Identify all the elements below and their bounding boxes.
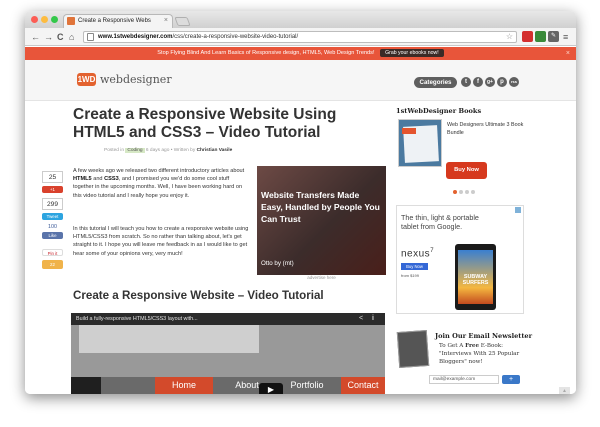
carousel-dot[interactable]	[465, 190, 469, 194]
google-nexus-ad[interactable]: The thin, light & portable tablet from G…	[396, 205, 524, 314]
video-share-icon[interactable]: <	[359, 313, 363, 325]
newsletter-description: To Get A Free E-Book: "Interviews With 2…	[439, 343, 520, 365]
sponsor-ad[interactable]: Website Transfers Made Easy, Handled by …	[257, 166, 386, 275]
adchoices-icon[interactable]	[515, 207, 521, 213]
buy-now-button[interactable]: Buy Now	[446, 162, 487, 179]
googleplus-icon[interactable]: g+	[485, 77, 495, 87]
menu-icon[interactable]: ≡	[563, 31, 568, 43]
url-path: /css/create-a-responsive-website-video-t…	[172, 34, 299, 40]
promo-text: Stop Flying Blind And Learn Basics of Re…	[157, 50, 375, 56]
newsletter-submit-button[interactable]: +	[502, 375, 520, 384]
ad-text: Website Transfers Made Easy, Handled by …	[261, 190, 380, 224]
newsletter-heading: Join Our Email Newsletter	[435, 332, 533, 340]
share-bar: 25 +1 299 Tweet 100 Like Pin it 22	[42, 171, 63, 269]
logo-mark: 1WD	[77, 73, 96, 86]
carousel-dot[interactable]	[459, 190, 463, 194]
home-icon[interactable]: ⌂	[69, 31, 74, 43]
site-header: 1WD webdesigner Categories t f g+ p rss	[25, 60, 576, 101]
categories-button[interactable]: Categories	[414, 77, 457, 88]
extension-red-icon[interactable]	[522, 31, 533, 42]
newsletter-email-input[interactable]: mail@example.com	[429, 375, 499, 384]
promo-button[interactable]: Grab your ebooks now!	[380, 49, 444, 57]
play-icon[interactable]: ▶	[259, 383, 283, 394]
facebook-icon[interactable]: f	[473, 77, 483, 87]
browser-window: Create a Responsive Webs × ← → C ⌂ www.1…	[25, 11, 576, 394]
forward-icon[interactable]: →	[44, 31, 53, 43]
favicon-icon	[67, 17, 75, 25]
tablet-image: SUBWAY SURFERS	[455, 244, 496, 310]
gad-buy-button[interactable]: Buy Now	[401, 263, 428, 270]
game-title: SUBWAY SURFERS	[462, 274, 489, 286]
bookmark-star-icon[interactable]: ☆	[506, 32, 513, 42]
tweet-button[interactable]: Tweet	[42, 213, 63, 220]
book-ribbon	[402, 128, 416, 134]
like-count: 100	[48, 224, 57, 230]
video-title-bar: Build a fully-responsive HTML5/CSS3 layo…	[71, 313, 385, 325]
share-count: 25	[42, 171, 63, 183]
article-paragraph-2: In this tutorial I will teach you how to…	[73, 226, 249, 257]
carousel-dot[interactable]	[471, 190, 475, 194]
video-preview-box	[79, 325, 259, 353]
meta-category-link[interactable]: Coding	[125, 148, 145, 153]
carousel-dot-active[interactable]	[453, 190, 457, 194]
gad-headline: The thin, light & portable tablet from G…	[401, 213, 479, 231]
article-meta: Posted in Coding 6 days ago • Written by…	[104, 148, 232, 153]
video-heading: Create a Responsive Website – Video Tuto…	[73, 289, 324, 302]
article-title: Create a Responsive Website Using HTML5 …	[73, 106, 337, 141]
books-heading: 1stWebDesigner Books	[396, 107, 482, 115]
gad-product: nexus7	[401, 248, 435, 260]
ad-logo: Otto by (mt)	[261, 260, 294, 267]
gad-price: from $199	[401, 273, 420, 278]
book-bundle-image[interactable]	[398, 119, 442, 167]
advertise-link[interactable]: advertise here	[257, 275, 386, 280]
sidebar: 1stWebDesigner Books Web Designers Ultim…	[396, 101, 553, 394]
meta-prefix: Posted in	[104, 148, 125, 153]
wrench-icon[interactable]: ✎	[548, 31, 559, 42]
ebook-image	[396, 329, 430, 369]
video-nav-portfolio: Portfolio	[290, 380, 324, 390]
close-window-button[interactable]	[31, 16, 38, 23]
page-content: Create a Responsive Website Using HTML5 …	[25, 101, 576, 394]
tab-close-icon[interactable]: ×	[164, 15, 168, 27]
gplus-button[interactable]: +1	[42, 186, 63, 193]
meta-middle: 6 days ago • Written by	[145, 148, 196, 153]
video-player[interactable]: Build a fully-responsive HTML5/CSS3 layo…	[71, 313, 385, 394]
tab-title: Create a Responsive Webs	[78, 18, 151, 24]
video-info-icon[interactable]: i	[372, 313, 374, 325]
promo-close-icon[interactable]: ×	[566, 47, 570, 60]
pinit-button[interactable]: Pin it	[42, 249, 63, 256]
back-icon[interactable]: ←	[31, 31, 40, 43]
pinterest-icon[interactable]: p	[497, 77, 507, 87]
meta-author-link[interactable]: Christian Vasile	[197, 148, 233, 153]
url-domain: www.1stwebdesigner.com	[98, 34, 173, 40]
scroll-top-button[interactable]: ▲	[559, 387, 570, 394]
video-nav-contact: Contact	[341, 377, 385, 394]
maximize-window-button[interactable]	[51, 16, 58, 23]
twitter-icon[interactable]: t	[461, 77, 471, 87]
promo-bar: Stop Flying Blind And Learn Basics of Re…	[25, 47, 576, 60]
rss-icon[interactable]: rss	[509, 77, 519, 87]
bundle-title[interactable]: Web Designers Ultimate 3 Book Bundle	[447, 121, 525, 137]
tab-bar: Create a Responsive Webs ×	[25, 11, 576, 28]
page-icon	[87, 33, 94, 41]
comment-count[interactable]: 22	[42, 260, 63, 269]
reload-icon[interactable]: C	[57, 31, 64, 43]
newsletter-widget: Join Our Email Newsletter To Get A Free …	[396, 329, 532, 394]
browser-toolbar: ← → C ⌂ www.1stwebdesigner.com/css/creat…	[25, 28, 576, 46]
address-bar[interactable]: www.1stwebdesigner.com/css/create-a-resp…	[83, 31, 517, 43]
browser-tab[interactable]: Create a Responsive Webs ×	[63, 14, 173, 28]
video-nav-home: Home	[155, 377, 213, 394]
site-logo[interactable]: 1WD webdesigner	[77, 73, 172, 86]
video-title: Build a fully-responsive HTML5/CSS3 layo…	[76, 316, 198, 322]
extension-green-icon[interactable]	[535, 31, 546, 42]
like-button[interactable]: Like	[42, 232, 63, 239]
logo-text: webdesigner	[100, 73, 172, 86]
minimize-window-button[interactable]	[41, 16, 48, 23]
new-tab-button[interactable]	[174, 17, 191, 26]
article-paragraph-1: A few weeks ago we released two differen…	[73, 168, 245, 199]
tweet-count: 299	[42, 198, 63, 210]
